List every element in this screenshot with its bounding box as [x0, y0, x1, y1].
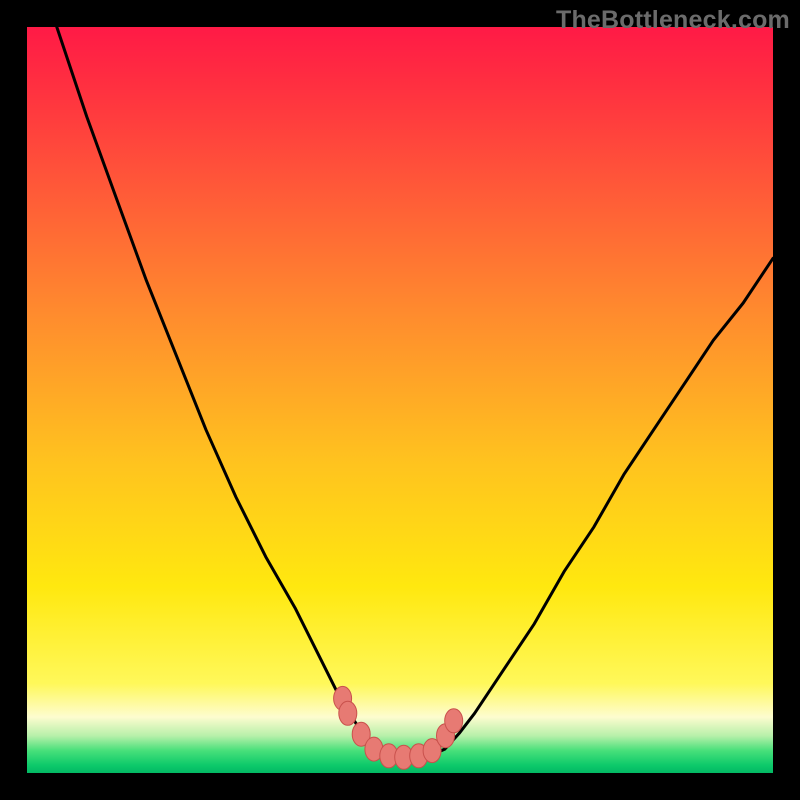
- curve-path: [57, 27, 773, 758]
- chart-frame: TheBottleneck.com: [0, 0, 800, 800]
- trough-marker: [339, 701, 357, 725]
- plot-area: [27, 27, 773, 773]
- bottleneck-curve: [27, 27, 773, 773]
- watermark-text: TheBottleneck.com: [556, 6, 790, 35]
- trough-marker: [445, 709, 463, 733]
